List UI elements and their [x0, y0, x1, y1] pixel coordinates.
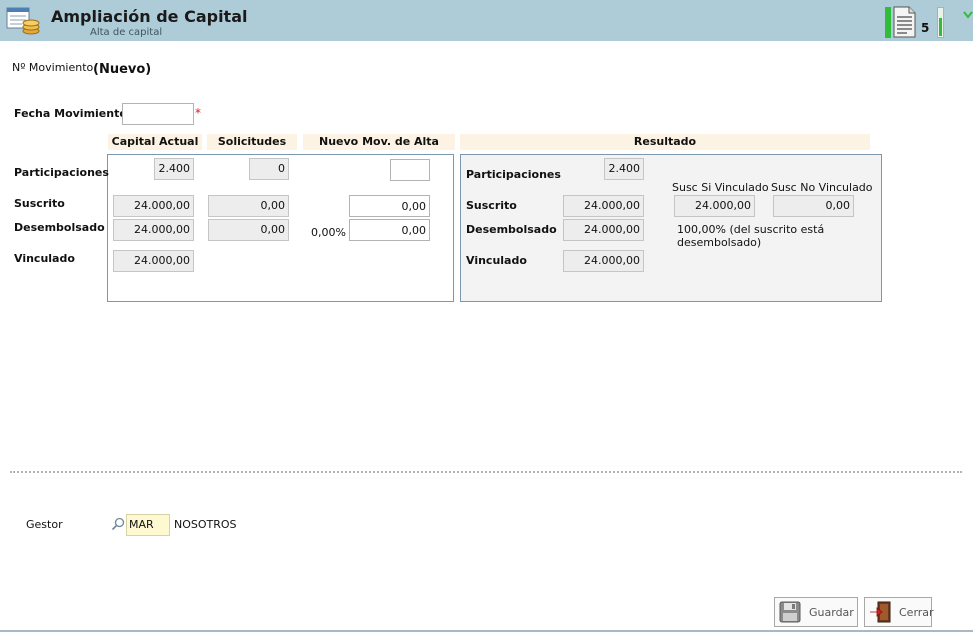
solicitudes-suscrito-field: 0,00 — [208, 195, 289, 217]
capital-participaciones-field: 2.400 — [154, 158, 194, 180]
row-label-vinculado: Vinculado — [14, 252, 75, 265]
resultado-label-desembolsado: Desembolsado — [466, 223, 557, 236]
status-level-bar — [937, 7, 944, 38]
floppy-disk-icon — [779, 601, 801, 623]
solicitudes-desembolsado-field: 0,00 — [208, 219, 289, 241]
nuevo-suscrito-field[interactable] — [349, 195, 430, 217]
gestor-code-field[interactable]: MAR — [126, 514, 170, 536]
gestor-label: Gestor — [26, 518, 63, 531]
capital-vinculado-field: 24.000,00 — [113, 250, 194, 272]
column-header-resultado: Resultado — [460, 134, 870, 150]
nuevo-desembolsado-field[interactable] — [349, 219, 430, 241]
nuevo-desembolsado-input[interactable] — [350, 220, 429, 240]
susc-si-vinculado-label: Susc Si Vinculado — [672, 181, 769, 194]
resultado-vinculado-field: 24.000,00 — [563, 250, 644, 272]
required-mark: * — [195, 106, 201, 120]
movement-label: Nº Movimiento — [12, 61, 94, 74]
scrollbar[interactable] — [966, 41, 973, 630]
cerrar-button[interactable]: Cerrar — [864, 597, 934, 627]
resultado-label-vinculado: Vinculado — [466, 254, 527, 267]
capital-suscrito-field: 24.000,00 — [113, 195, 194, 217]
susc-no-vinculado-field: 0,00 — [773, 195, 854, 217]
nuevo-desembolsado-pct: 0,00% — [311, 226, 346, 239]
guardar-button-label: Guardar — [809, 605, 854, 619]
susc-no-vinculado-label: Susc No Vinculado — [771, 181, 873, 194]
page-title: Ampliación de Capital — [51, 7, 248, 26]
document-counter: 5 — [921, 21, 930, 35]
cerrar-button-label: Cerrar — [899, 605, 934, 619]
column-header-solicitudes: Solicitudes — [207, 134, 297, 150]
nuevo-participaciones-input[interactable] — [391, 160, 429, 180]
resultado-desembolsado-field: 24.000,00 — [563, 219, 644, 241]
guardar-button[interactable]: Guardar — [774, 597, 858, 627]
column-header-nuevo-mov: Nuevo Mov. de Alta — [303, 134, 455, 150]
row-label-desembolsado: Desembolsado — [14, 221, 105, 234]
page-subtitle: Alta de capital — [90, 27, 163, 38]
document-icon[interactable] — [891, 6, 917, 38]
capital-desembolsado-field: 24.000,00 — [113, 219, 194, 241]
resultado-suscrito-field: 24.000,00 — [563, 195, 644, 217]
date-label: Fecha Movimiento — [14, 107, 127, 120]
row-label-participaciones: Participaciones — [14, 166, 109, 179]
desembolsado-note: 100,00% (del suscrito está desembolsado) — [677, 223, 824, 249]
desembolsado-note-line1: 100,00% (del suscrito está — [677, 223, 825, 236]
nuevo-participaciones-field[interactable] — [390, 159, 430, 181]
resultado-label-suscrito: Suscrito — [466, 199, 517, 212]
chevron-down-icon[interactable] — [963, 10, 973, 20]
date-input[interactable] — [123, 104, 193, 124]
solicitudes-participaciones-field: 0 — [249, 158, 289, 180]
section-separator — [10, 471, 962, 473]
gestor-name: NOSOTROS — [174, 518, 237, 531]
resultado-participaciones-field: 2.400 — [604, 158, 644, 180]
magnifier-icon[interactable] — [111, 517, 125, 531]
resultado-label-participaciones: Participaciones — [466, 168, 561, 181]
column-header-capital-actual: Capital Actual — [108, 134, 202, 150]
susc-si-vinculado-field: 24.000,00 — [674, 195, 755, 217]
date-field[interactable] — [122, 103, 194, 125]
nuevo-suscrito-input[interactable] — [350, 196, 429, 216]
row-label-suscrito: Suscrito — [14, 197, 65, 210]
desembolsado-note-line2: desembolsado) — [677, 236, 762, 249]
spreadsheet-coins-icon — [6, 7, 40, 35]
movement-value: (Nuevo) — [93, 62, 152, 77]
exit-door-icon — [870, 601, 891, 623]
